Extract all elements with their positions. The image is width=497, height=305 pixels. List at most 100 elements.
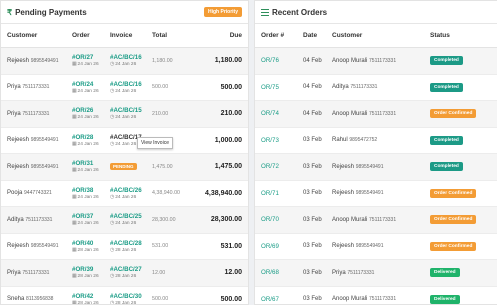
- invoice-link[interactable]: #AC/BC/16: [110, 81, 146, 88]
- table-row[interactable]: OR/73 03 Feb Rahul 9895472752 Completed: [255, 127, 497, 154]
- view-invoice-tooltip: View Invoice: [137, 137, 173, 149]
- order-link[interactable]: #OR/39: [72, 266, 104, 273]
- customer-cell: Anoop Murali 7511173331: [326, 206, 424, 234]
- invoice-link[interactable]: #AC/BC/16: [110, 54, 146, 61]
- table-row[interactable]: Rejeesh 9895549491 #OR/27 ▦24 Jan 26 #AC/BC…: [1, 47, 248, 75]
- order-date: 03 Feb: [297, 153, 326, 181]
- order-link[interactable]: OR/70: [261, 216, 297, 223]
- table-header-row: Order # Date Customer Status: [255, 24, 497, 48]
- invoice-date: ◷28 Jan 26: [110, 274, 137, 280]
- order-link[interactable]: #OR/28: [72, 134, 104, 141]
- customer-name: Priya: [7, 110, 21, 117]
- order-link[interactable]: #OR/31: [72, 160, 104, 167]
- order-link[interactable]: #OR/38: [72, 187, 104, 194]
- calendar-icon: ▦: [72, 62, 77, 68]
- status-cell: Delivered: [424, 259, 497, 287]
- col-total: Total: [146, 24, 191, 48]
- col-order: Order: [66, 24, 104, 48]
- table-row[interactable]: Rejeesh 9895549491 #OR/28 ▦24 Jan 26 #AC/BC…: [1, 127, 248, 154]
- order-link[interactable]: OR/75: [261, 84, 297, 91]
- total-cell: 210.00: [146, 100, 191, 128]
- order-link[interactable]: OR/71: [261, 190, 297, 197]
- status-badge: Completed: [430, 162, 463, 172]
- table-row[interactable]: OR/75 04 Feb Aditya 7511173331 Completed: [255, 74, 497, 101]
- total-cell: 500.00: [146, 286, 191, 304]
- customer-cell: Rejeesh 9895549491: [326, 233, 424, 260]
- clock-icon: ◷: [110, 247, 115, 253]
- customer-cell: Priya 7511173331: [1, 100, 66, 128]
- order-link[interactable]: #OR/37: [72, 213, 104, 220]
- table-row[interactable]: OR/70 03 Feb Anoop Murali 7511173331 Order …: [255, 206, 497, 234]
- invoice-date: ◷28 Jan 26: [110, 247, 137, 253]
- order-link[interactable]: #OR/40: [72, 240, 104, 247]
- table-row[interactable]: Pooja 9447743321 #OR/38 ▦24 Jan 26 #AC/BC/2…: [1, 180, 248, 207]
- table-row[interactable]: OR/76 04 Feb Anoop Murali 7511173331 Comple…: [255, 47, 497, 75]
- table-row[interactable]: Priya 7511173331 #OR/26 ▦24 Jan 26 #AC/BC/1…: [1, 100, 248, 128]
- invoice-link[interactable]: #AC/BC/27: [110, 266, 146, 273]
- status-cell: Order Confirmed: [424, 100, 497, 128]
- table-row[interactable]: OR/74 04 Feb Anoop Murali 7511173331 Order …: [255, 100, 497, 128]
- order-date: 03 Feb: [297, 286, 326, 304]
- order-date: 03 Feb: [297, 180, 326, 207]
- invoice-cell: PENDING: [104, 153, 146, 181]
- invoice-link[interactable]: #AC/BC/30: [110, 293, 146, 300]
- invoice-link[interactable]: #AC/BC/26: [110, 187, 146, 194]
- table-row[interactable]: OR/67 03 Feb Anoop Murali 7511173331 Delive…: [255, 286, 497, 304]
- status-badge: Completed: [430, 135, 463, 145]
- customer-name: Aditya: [332, 84, 349, 91]
- table-row[interactable]: OR/72 03 Feb Rejeesh 9895549491 Completed: [255, 153, 497, 181]
- table-row[interactable]: Aditya 7511173331 #OR/37 ▦24 Jan 26 #AC/BC/…: [1, 206, 248, 234]
- order-number-cell: OR/72: [255, 153, 297, 181]
- invoice-date: ◷24 Jan 26: [110, 115, 137, 121]
- calendar-icon: ▦: [72, 274, 77, 280]
- order-link[interactable]: #OR/42: [72, 293, 104, 300]
- customer-phone: 7511173331: [350, 84, 378, 91]
- order-number-cell: OR/73: [255, 127, 297, 154]
- order-link[interactable]: #OR/26: [72, 107, 104, 114]
- customer-cell: Sneha 8113956838: [1, 286, 66, 304]
- table-row[interactable]: Sneha 8113956838 #OR/42 ▦28 Jan 26 #AC/BC/3…: [1, 286, 248, 304]
- order-link[interactable]: OR/68: [261, 269, 297, 276]
- order-date: 03 Feb: [297, 206, 326, 234]
- calendar-icon: ▦: [72, 194, 77, 200]
- customer-name: Anoop Murali: [332, 57, 368, 64]
- status-cell: Order Confirmed: [424, 206, 497, 234]
- order-link[interactable]: OR/72: [261, 163, 297, 170]
- invoice-link[interactable]: #AC/BC/15: [110, 107, 146, 114]
- customer-name: Sneha: [7, 296, 25, 303]
- order-link[interactable]: OR/67: [261, 296, 297, 303]
- customer-cell: Rejeesh 9895549491: [1, 153, 66, 181]
- order-cell: #OR/26 ▦24 Jan 26: [66, 100, 104, 128]
- table-row[interactable]: Rejeesh 9895549491 #OR/40 ▦28 Jan 26 #AC/BC…: [1, 233, 248, 260]
- invoice-link[interactable]: #AC/BC/28: [110, 240, 146, 247]
- order-link[interactable]: OR/76: [261, 57, 297, 64]
- table-row[interactable]: Priya 7511173331 #OR/39 ▦28 Jan 26 #AC/BC/2…: [1, 259, 248, 287]
- customer-name: Rejeesh: [332, 243, 355, 250]
- customer-phone: 7511173331: [22, 110, 50, 117]
- due-value: 1,000.00: [191, 127, 248, 154]
- table-row[interactable]: Priya 7511173331 #OR/24 ▦24 Jan 26 #AC/BC/1…: [1, 74, 248, 101]
- due-value: 500.00: [191, 74, 248, 101]
- status-badge: Order Confirmed: [430, 241, 477, 251]
- table-row[interactable]: OR/71 03 Feb Rejeesh 9895549491 Order Confi…: [255, 180, 497, 207]
- customer-name: Priya: [7, 84, 21, 91]
- recent-orders-title-text: Recent Orders: [272, 7, 328, 17]
- status-badge: Delivered: [430, 294, 460, 304]
- order-date: ▦24 Jan 26: [72, 115, 99, 121]
- order-link[interactable]: OR/74: [261, 110, 297, 117]
- table-row[interactable]: OR/69 03 Feb Rejeesh 9895549491 Order Confi…: [255, 233, 497, 260]
- order-link[interactable]: OR/69: [261, 243, 297, 250]
- order-link[interactable]: #OR/24: [72, 81, 104, 88]
- recent-orders-table: Order # Date Customer Status OR/76 04 Feb…: [255, 24, 497, 304]
- col-due: Due: [191, 24, 248, 48]
- table-row[interactable]: Rejeesh 9895549491 #OR/31 ▦24 Jan 26 PENDIN…: [1, 153, 248, 181]
- customer-phone: 9895549491: [30, 137, 59, 144]
- customer-cell: Pooja 9447743321: [1, 180, 66, 207]
- order-cell: #OR/27 ▦24 Jan 26: [66, 47, 104, 75]
- order-link[interactable]: #OR/27: [72, 54, 104, 61]
- order-link[interactable]: OR/73: [261, 137, 297, 144]
- invoice-link[interactable]: #AC/BC/25: [110, 213, 146, 220]
- table-row[interactable]: OR/68 03 Feb Priya 7511173331 Delivered: [255, 259, 497, 287]
- customer-cell: Rejeesh 9895549491: [1, 47, 66, 75]
- customer-name: Rejeesh: [332, 190, 355, 197]
